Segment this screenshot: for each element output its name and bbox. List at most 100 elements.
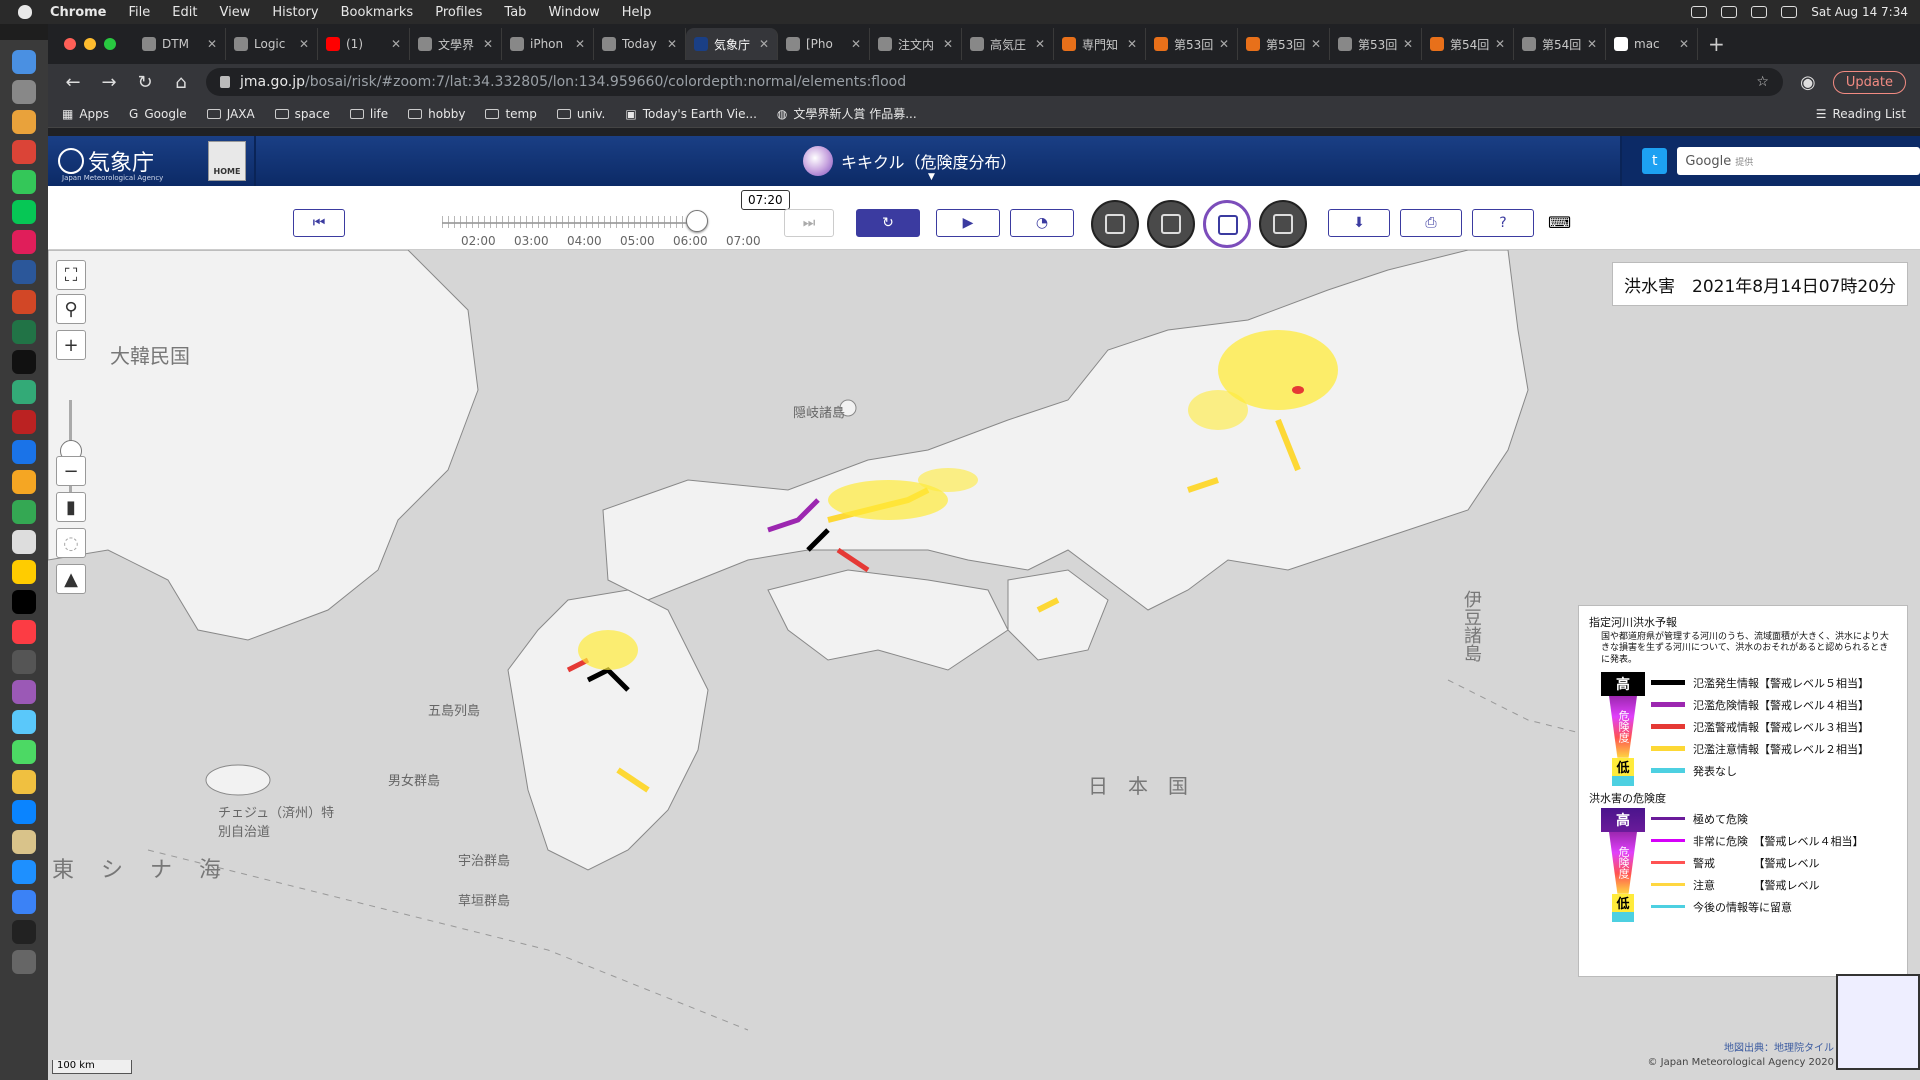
app-icon[interactable] bbox=[12, 380, 36, 404]
slack-icon[interactable] bbox=[12, 230, 36, 254]
twitter-icon[interactable]: t bbox=[1642, 148, 1668, 174]
mail-icon[interactable] bbox=[12, 440, 36, 464]
browser-tab[interactable]: mac ✕ bbox=[1606, 28, 1698, 60]
bookmark-folder-space[interactable]: space bbox=[274, 107, 330, 121]
bookmark-google[interactable]: G Google bbox=[129, 107, 187, 121]
pages-icon[interactable] bbox=[12, 770, 36, 794]
home-button[interactable]: HOME bbox=[208, 141, 246, 181]
browser-tab[interactable]: DTM ✕ bbox=[134, 28, 226, 60]
flood-layer-button[interactable] bbox=[1203, 200, 1251, 248]
tab-close-icon[interactable]: ✕ bbox=[1679, 37, 1689, 51]
mouse-keyboard-icon[interactable]: ⌨ bbox=[1548, 213, 1571, 232]
trash-icon[interactable] bbox=[12, 950, 36, 974]
menu-edit[interactable]: Edit bbox=[172, 5, 197, 20]
line-icon[interactable] bbox=[12, 200, 36, 224]
reminders-icon[interactable] bbox=[12, 530, 36, 554]
skip-forward-button[interactable]: ⏭ bbox=[784, 209, 834, 237]
bookmark-apps[interactable]: ▦ Apps bbox=[62, 107, 109, 121]
bookmark-folder-hobby[interactable]: hobby bbox=[408, 107, 465, 121]
bookmark-todays-earth[interactable]: ▣ Today's Earth Vie... bbox=[625, 107, 757, 121]
map-view[interactable]: 大韓民国 日 本 国 東 シ ナ 海 隠岐諸島 伊豆諸島 チェジュ（済州）特別自… bbox=[48, 250, 1920, 1080]
tab-close-icon[interactable]: ✕ bbox=[299, 37, 309, 51]
browser-tab[interactable]: 第53回 ✕ bbox=[1330, 28, 1422, 60]
browser-tab[interactable]: Today ✕ bbox=[594, 28, 686, 60]
messages-icon[interactable] bbox=[12, 170, 36, 194]
dropbox-icon[interactable] bbox=[1691, 6, 1708, 18]
tab-close-icon[interactable]: ✕ bbox=[1035, 37, 1045, 51]
launchpad-icon[interactable] bbox=[12, 110, 36, 134]
tab-close-icon[interactable]: ✕ bbox=[1587, 37, 1597, 51]
terrain-icon[interactable]: ▲ bbox=[56, 564, 86, 594]
inundation-layer-button[interactable] bbox=[1147, 200, 1195, 248]
reload-icon[interactable]: ↻ bbox=[134, 72, 156, 93]
location-pin-icon[interactable]: ⚲ bbox=[56, 294, 86, 324]
reading-list-button[interactable]: ☰ Reading List bbox=[1816, 107, 1906, 121]
chrome-icon[interactable] bbox=[12, 140, 36, 164]
print-button[interactable]: ⎙ bbox=[1400, 209, 1462, 237]
menu-window[interactable]: Window bbox=[548, 5, 599, 20]
bookmark-star-icon[interactable]: ☆ bbox=[1756, 74, 1769, 90]
tab-close-icon[interactable]: ✕ bbox=[1403, 37, 1413, 51]
tab-close-icon[interactable]: ✕ bbox=[575, 37, 585, 51]
bookmark-folder-temp[interactable]: temp bbox=[485, 107, 537, 121]
lock-icon[interactable] bbox=[220, 76, 230, 88]
system-prefs-icon[interactable] bbox=[12, 80, 36, 104]
podcasts-icon[interactable] bbox=[12, 680, 36, 704]
facetime-icon[interactable] bbox=[12, 500, 36, 524]
bookmark-folder-univ[interactable]: univ. bbox=[556, 107, 605, 121]
zoom-out-button[interactable]: − bbox=[56, 456, 86, 486]
tab-close-icon[interactable]: ✕ bbox=[1127, 37, 1137, 51]
app-icon-4[interactable] bbox=[12, 830, 36, 854]
google-search-input[interactable]: Google 提供 bbox=[1677, 147, 1920, 175]
apple-icon[interactable] bbox=[18, 5, 32, 19]
battery-icon[interactable] bbox=[1751, 6, 1768, 18]
fullscreen-button[interactable]: ⛶ bbox=[56, 260, 86, 290]
excel-icon[interactable] bbox=[12, 320, 36, 344]
address-bar[interactable]: jma.go.jp/bosai/risk/#zoom:7/lat:34.3328… bbox=[206, 68, 1783, 96]
help-button[interactable]: ? bbox=[1472, 209, 1534, 237]
tab-close-icon[interactable]: ✕ bbox=[1219, 37, 1229, 51]
numbers-icon[interactable] bbox=[12, 740, 36, 764]
minimize-window-button[interactable] bbox=[84, 38, 96, 50]
zoom-window-button[interactable] bbox=[104, 38, 116, 50]
browser-tab[interactable]: 注文内 ✕ bbox=[870, 28, 962, 60]
tab-close-icon[interactable]: ✕ bbox=[851, 37, 861, 51]
powerpoint-icon[interactable] bbox=[12, 290, 36, 314]
menubar-datetime[interactable]: Sat Aug 14 7:34 bbox=[1811, 5, 1908, 19]
tab-close-icon[interactable]: ✕ bbox=[667, 37, 677, 51]
menubar-app-name[interactable]: Chrome bbox=[50, 5, 107, 20]
browser-tab[interactable]: iPhon ✕ bbox=[502, 28, 594, 60]
speed-button[interactable]: ◔ bbox=[1010, 209, 1074, 237]
kikuru-menu[interactable]: キキクル（危険度分布） ▼ bbox=[803, 146, 1017, 182]
browser-tab[interactable]: (1) ✕ bbox=[318, 28, 410, 60]
app-icon-6[interactable] bbox=[12, 920, 36, 944]
screenshot-thumbnail[interactable] bbox=[1836, 974, 1920, 1070]
bookmark-folder-jaxa[interactable]: JAXA bbox=[206, 107, 255, 121]
notes-icon[interactable] bbox=[12, 560, 36, 584]
menu-profiles[interactable]: Profiles bbox=[435, 5, 482, 20]
forward-icon[interactable]: → bbox=[98, 72, 120, 93]
tab-close-icon[interactable]: ✕ bbox=[391, 37, 401, 51]
menu-help[interactable]: Help bbox=[622, 5, 652, 20]
app-icon-5[interactable] bbox=[12, 890, 36, 914]
menu-tab[interactable]: Tab bbox=[504, 5, 526, 20]
menu-view[interactable]: View bbox=[219, 5, 250, 20]
tab-close-icon[interactable]: ✕ bbox=[1495, 37, 1505, 51]
attribution-link[interactable]: 地図出典：地理院タイル bbox=[1647, 1042, 1834, 1056]
map-layer-button[interactable] bbox=[1259, 200, 1307, 248]
browser-tab[interactable]: 第53回 ✕ bbox=[1146, 28, 1238, 60]
app-icon-3[interactable] bbox=[12, 710, 36, 734]
update-button[interactable]: Update bbox=[1832, 70, 1906, 94]
browser-tab[interactable]: 第54回 ✕ bbox=[1422, 28, 1514, 60]
browser-tab[interactable]: 文學界 ✕ bbox=[410, 28, 502, 60]
landslide-layer-button[interactable] bbox=[1091, 200, 1139, 248]
close-window-button[interactable] bbox=[64, 38, 76, 50]
menu-file[interactable]: File bbox=[129, 5, 151, 20]
safari-icon[interactable] bbox=[12, 860, 36, 884]
profile-icon[interactable]: ◉ bbox=[1797, 72, 1819, 93]
wifi-icon[interactable] bbox=[1721, 6, 1738, 18]
browser-tab[interactable]: Logic ✕ bbox=[226, 28, 318, 60]
bookmark-bungakukai[interactable]: ◍ 文學界新人賞 作品募... bbox=[777, 105, 917, 122]
word-icon[interactable] bbox=[12, 260, 36, 284]
tab-close-icon[interactable]: ✕ bbox=[1311, 37, 1321, 51]
